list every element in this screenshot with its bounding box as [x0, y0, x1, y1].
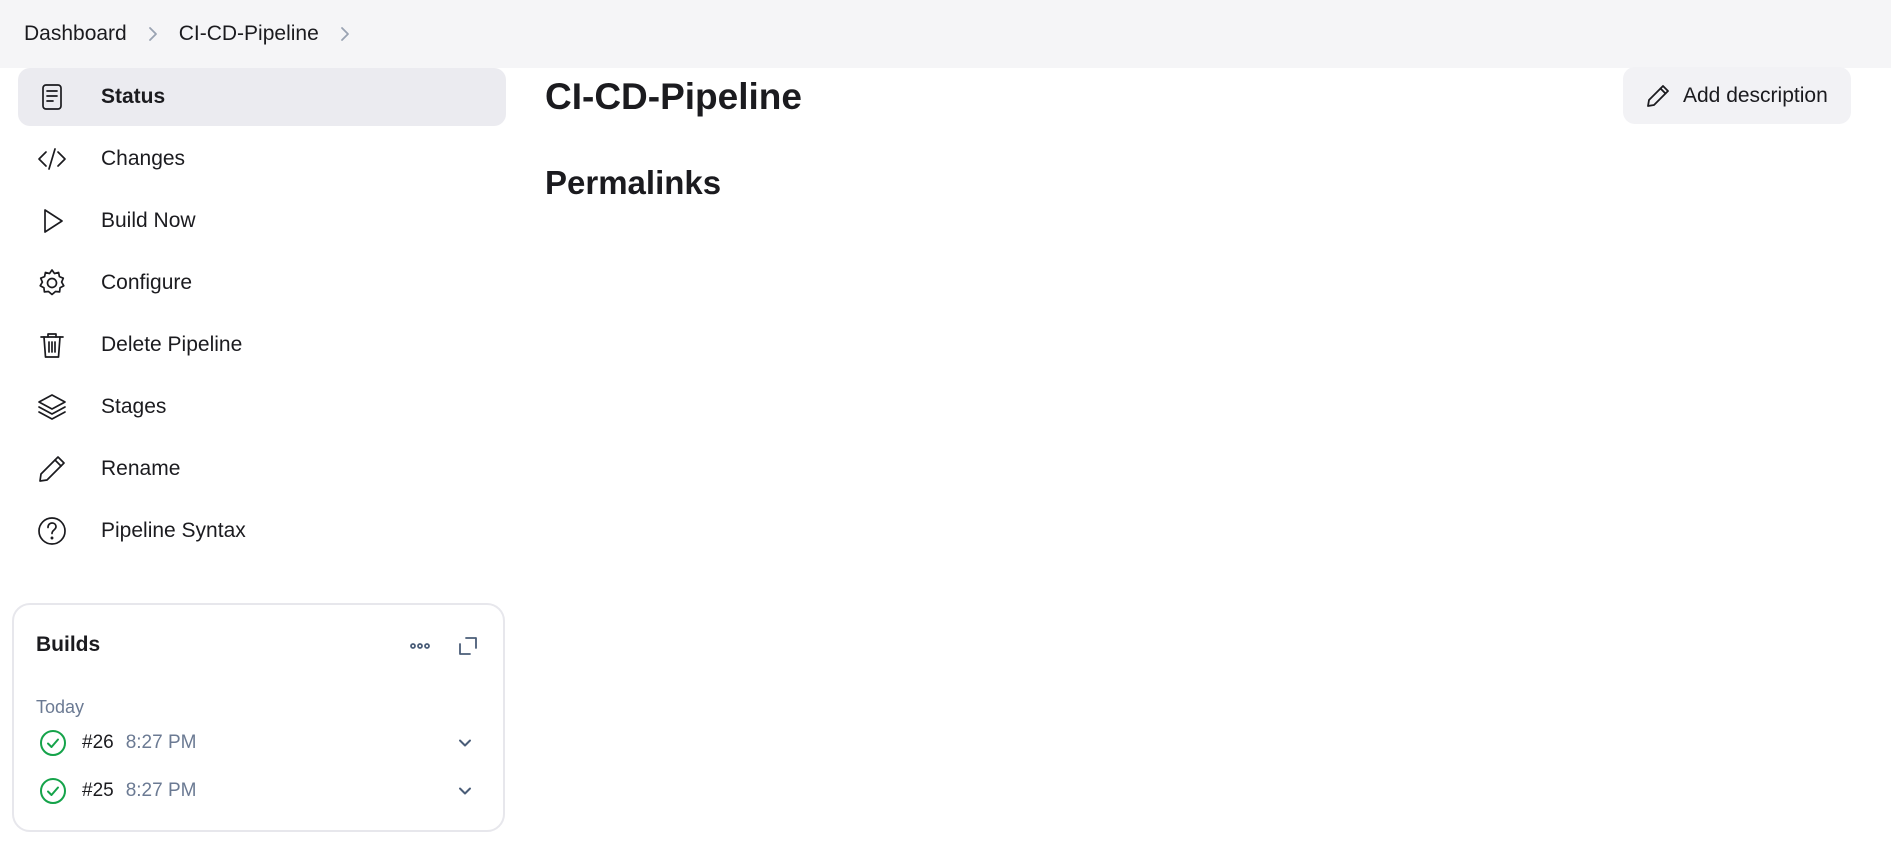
sidebar-item-label: Rename	[101, 457, 181, 480]
breadcrumb-pipeline[interactable]: CI-CD-Pipeline	[179, 22, 319, 46]
permalinks-heading: Permalinks	[545, 164, 722, 201]
gear-icon	[34, 265, 70, 301]
builds-actions	[401, 627, 487, 665]
builds-day-label: Today	[36, 697, 85, 717]
chevron-right-icon[interactable]	[319, 19, 371, 49]
page-title: CI-CD-Pipeline	[545, 76, 802, 117]
success-check-icon	[36, 774, 70, 808]
sidebar-item-label: Stages	[101, 395, 167, 418]
sidebar-item-changes[interactable]: Changes	[18, 130, 506, 188]
layers-icon	[34, 389, 70, 425]
build-time: 8:27 PM	[125, 780, 197, 801]
chevron-down-icon[interactable]	[451, 777, 479, 805]
builds-widget: Builds Today #26 8:27 PM #25 8:27 PM	[12, 603, 505, 832]
sidebar-item-build-now[interactable]: Build Now	[18, 192, 506, 250]
more-options-button[interactable]	[401, 627, 439, 665]
chevron-right-icon	[127, 19, 179, 49]
pencil-icon	[1647, 84, 1669, 107]
status-icon	[34, 79, 70, 115]
pencil-icon	[34, 451, 70, 487]
build-number[interactable]: #25	[82, 780, 114, 802]
sidebar-item-label: Status	[101, 85, 166, 108]
expand-icon	[459, 637, 477, 655]
sidebar-item-label: Build Now	[101, 209, 196, 232]
play-icon	[34, 203, 70, 239]
breadcrumb-dashboard[interactable]: Dashboard	[24, 22, 127, 46]
success-check-icon	[36, 726, 70, 760]
sidebar-item-delete-pipeline[interactable]: Delete Pipeline	[18, 316, 506, 374]
chevron-down-icon[interactable]	[451, 729, 479, 757]
build-time: 8:27 PM	[125, 732, 197, 753]
sidebar-item-pipeline-syntax[interactable]: Pipeline Syntax	[18, 502, 506, 560]
add-description-button[interactable]: Add description	[1623, 67, 1851, 124]
breadcrumb: Dashboard CI-CD-Pipeline	[0, 0, 1891, 68]
sidebar-item-label: Configure	[101, 271, 193, 294]
build-row[interactable]: #26 8:27 PM	[26, 721, 493, 765]
help-icon	[34, 513, 70, 549]
sidebar-item-label: Pipeline Syntax	[101, 519, 246, 542]
sidebar-item-status[interactable]: Status	[18, 68, 506, 126]
build-row[interactable]: #25 8:27 PM	[26, 769, 493, 813]
sidebar-item-label: Changes	[101, 147, 186, 170]
sidebar-item-stages[interactable]: Stages	[18, 378, 506, 436]
add-description-label: Add description	[1683, 83, 1828, 107]
build-number[interactable]: #26	[82, 732, 114, 754]
sidebar-item-configure[interactable]: Configure	[18, 254, 506, 312]
trash-icon	[34, 327, 70, 363]
sidebar-tasks: Status Changes Build Now Configure Delet…	[18, 68, 506, 564]
sidebar-item-rename[interactable]: Rename	[18, 440, 506, 498]
expand-button[interactable]	[449, 627, 487, 665]
more-horizontal-icon	[410, 643, 430, 649]
builds-title: Builds	[36, 633, 101, 656]
code-icon	[34, 141, 70, 177]
sidebar-item-label: Delete Pipeline	[101, 333, 243, 356]
